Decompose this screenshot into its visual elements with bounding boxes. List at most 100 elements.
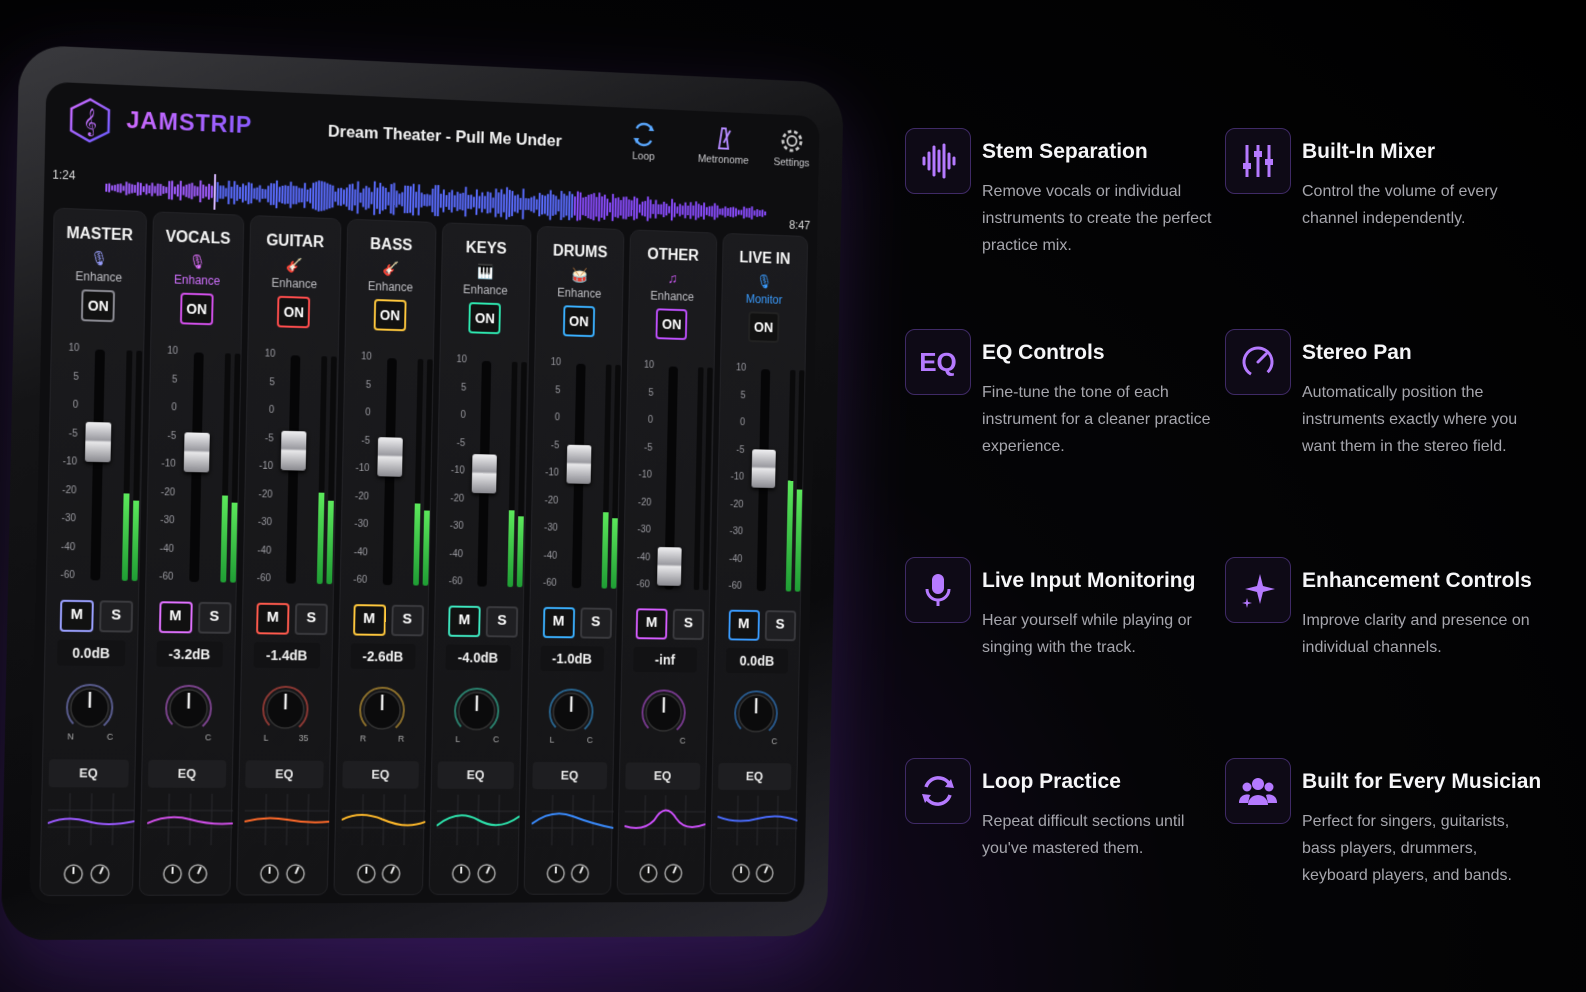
enhance-toggle[interactable]: ON xyxy=(81,289,116,323)
volume-fader[interactable] xyxy=(565,445,591,485)
waveform-bar xyxy=(710,205,714,217)
pan-knob[interactable] xyxy=(64,682,116,734)
gain-mini-knob[interactable] xyxy=(62,863,84,885)
solo-button[interactable]: S xyxy=(390,604,424,637)
eq-curve-graph[interactable] xyxy=(716,795,798,846)
waveform-bar xyxy=(176,184,179,197)
solo-button[interactable]: S xyxy=(579,607,612,639)
solo-button[interactable]: S xyxy=(197,601,232,634)
enhance-toggle[interactable]: ON xyxy=(747,311,780,343)
pan-knob[interactable] xyxy=(452,685,502,736)
eq-button[interactable]: EQ xyxy=(531,761,608,790)
channel-strips: MASTER 🎙 Enhance ON 10 5 0 -5 -10 -20 -30 -40 -6… xyxy=(39,207,809,897)
waveform-bar xyxy=(708,206,711,217)
pan-knob[interactable] xyxy=(546,686,595,737)
pan-knob[interactable] xyxy=(639,687,688,737)
pan-knob[interactable] xyxy=(357,685,408,736)
users-icon xyxy=(1225,758,1291,824)
eq-curve-graph[interactable] xyxy=(530,794,614,846)
enhance-toggle[interactable]: ON xyxy=(655,308,688,341)
solo-button[interactable]: S xyxy=(99,600,134,633)
volume-fader[interactable] xyxy=(183,431,210,473)
mute-button[interactable]: M xyxy=(727,609,760,641)
waveform-bar xyxy=(179,180,182,201)
solo-button[interactable]: S xyxy=(672,608,705,641)
width-mini-knob[interactable] xyxy=(663,863,684,884)
guitar-icon: 🎸 xyxy=(286,256,304,274)
solo-button[interactable]: S xyxy=(294,603,328,636)
loop-button[interactable]: Loop xyxy=(616,121,672,164)
meter-fill xyxy=(422,510,430,586)
gain-mini-knob[interactable] xyxy=(355,863,376,885)
mute-button[interactable]: M xyxy=(635,608,668,640)
metronome-icon xyxy=(712,125,736,151)
eq-curve-graph[interactable] xyxy=(244,793,330,846)
width-mini-knob[interactable] xyxy=(187,863,209,885)
metronome-button[interactable]: Metronome xyxy=(689,124,757,167)
gain-mini-knob[interactable] xyxy=(259,863,281,885)
width-mini-knob[interactable] xyxy=(570,863,591,884)
eq-curve-graph[interactable] xyxy=(340,794,426,846)
channel-name: OTHER xyxy=(647,246,699,265)
eq-button[interactable]: EQ xyxy=(147,759,227,788)
mute-button[interactable]: M xyxy=(448,605,481,638)
eq-curve-graph[interactable] xyxy=(47,793,136,846)
volume-fader[interactable] xyxy=(84,421,112,463)
eq-curve-graph[interactable] xyxy=(436,794,521,846)
waveform-bar xyxy=(502,194,506,213)
waveform-bar xyxy=(269,183,273,206)
waveform-bar xyxy=(737,209,740,215)
eq-button[interactable]: EQ xyxy=(245,760,324,789)
gain-mini-knob[interactable] xyxy=(451,863,472,884)
gain-mini-knob[interactable] xyxy=(545,863,566,884)
enhance-toggle[interactable]: ON xyxy=(468,302,502,335)
waveform-bar xyxy=(131,184,134,194)
keyboard-icon: 🎹 xyxy=(477,263,495,280)
enhance-toggle[interactable]: ON xyxy=(562,305,595,338)
eq-button[interactable]: EQ xyxy=(341,760,419,789)
volume-fader[interactable] xyxy=(471,454,497,494)
mute-button[interactable]: M xyxy=(542,606,575,639)
mute-button[interactable]: M xyxy=(158,601,193,634)
eq-button[interactable]: EQ xyxy=(437,761,514,789)
pan-knob[interactable] xyxy=(260,684,311,736)
waveform-bar xyxy=(560,190,563,221)
mute-button[interactable]: M xyxy=(352,604,386,636)
enhance-toggle[interactable]: ON xyxy=(179,292,214,326)
volume-fader[interactable] xyxy=(376,436,403,477)
waveform-bar xyxy=(448,192,451,210)
width-mini-knob[interactable] xyxy=(476,863,497,884)
solo-button[interactable]: S xyxy=(764,610,796,642)
pan-knob[interactable] xyxy=(732,688,780,738)
width-mini-knob[interactable] xyxy=(88,863,110,885)
pan-knob[interactable] xyxy=(162,683,214,735)
volume-fader[interactable] xyxy=(280,430,307,471)
enhance-toggle[interactable]: ON xyxy=(277,295,311,329)
gain-mini-knob[interactable] xyxy=(730,863,750,884)
width-mini-knob[interactable] xyxy=(380,863,401,885)
waveform-bar xyxy=(170,180,174,200)
mic-icon: 🎙 xyxy=(188,253,207,270)
mute-button[interactable]: M xyxy=(59,599,94,633)
enhance-toggle[interactable]: ON xyxy=(373,298,407,332)
meter-fill xyxy=(121,493,130,581)
volume-fader[interactable] xyxy=(657,547,682,587)
volume-fader[interactable] xyxy=(750,449,776,489)
mute-button[interactable]: M xyxy=(256,602,290,635)
eq-button[interactable]: EQ xyxy=(717,762,792,791)
width-mini-knob[interactable] xyxy=(284,863,306,885)
waveform-bar xyxy=(133,184,137,193)
waveform-bar xyxy=(686,205,690,216)
eq-curve-graph[interactable] xyxy=(624,795,707,846)
scale-tick: 5 xyxy=(171,374,178,386)
eq-button[interactable]: EQ xyxy=(48,759,129,788)
waveform-bar xyxy=(162,185,165,194)
gain-mini-knob[interactable] xyxy=(161,863,183,885)
eq-button[interactable]: EQ xyxy=(625,762,700,790)
eq-curve-graph[interactable] xyxy=(146,793,233,846)
width-mini-knob[interactable] xyxy=(754,863,774,884)
solo-button[interactable]: S xyxy=(485,606,519,638)
meter-fill xyxy=(516,516,524,588)
settings-button[interactable]: Settings xyxy=(764,127,819,169)
gain-mini-knob[interactable] xyxy=(638,863,659,884)
